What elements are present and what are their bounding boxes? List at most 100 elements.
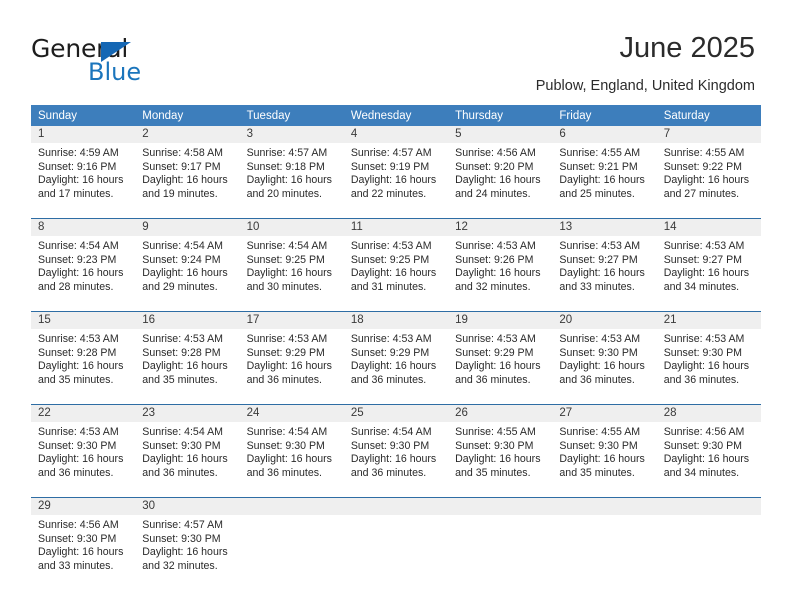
sunrise-text: Sunrise: 4:55 AM [663, 147, 745, 159]
sunset-text: Sunset: 9:28 PM [142, 346, 221, 359]
sunset-text: Sunset: 9:30 PM [663, 346, 743, 359]
calendar-day-cell-empty [552, 497, 657, 590]
calendar-day-cell[interactable]: 10 Sunrise: 4:54 AM Sunset: 9:25 PM Dayl… [239, 218, 344, 312]
general-blue-logo[interactable]: General Blue [31, 34, 211, 86]
daylight-text-line2: and 34 minutes. [663, 280, 740, 293]
day-number [239, 498, 344, 515]
daylight-text-line1: Daylight: 16 hours [38, 546, 124, 559]
day-number: 24 [239, 405, 344, 422]
calendar-day-cell[interactable]: 1 Sunrise: 4:59 AM Sunset: 9:16 PM Dayli… [31, 126, 136, 219]
sunrise-text: Sunrise: 4:57 AM [350, 147, 432, 159]
calendar-day-cell[interactable]: 15 Sunrise: 4:53 AM Sunset: 9:28 PM Dayl… [31, 311, 136, 405]
sunset-text: Sunset: 9:30 PM [350, 439, 430, 452]
day-number: 7 [656, 126, 761, 143]
calendar-day-cell[interactable]: 9 Sunrise: 4:54 AM Sunset: 9:24 PM Dayli… [135, 218, 240, 312]
daylight-text-line1: Daylight: 16 hours [455, 360, 541, 373]
day-number: 27 [552, 405, 657, 422]
daylight-text-line1: Daylight: 16 hours [455, 453, 541, 466]
calendar-day-cell[interactable]: 19 Sunrise: 4:53 AM Sunset: 9:29 PM Dayl… [448, 311, 553, 405]
calendar-day-cell[interactable]: 13 Sunrise: 4:53 AM Sunset: 9:27 PM Dayl… [552, 218, 657, 312]
daylight-text-line1: Daylight: 16 hours [246, 174, 332, 187]
calendar-day-cell[interactable]: 12 Sunrise: 4:53 AM Sunset: 9:26 PM Dayl… [448, 218, 553, 312]
calendar-day-cell[interactable]: 21 Sunrise: 4:53 AM Sunset: 9:30 PM Dayl… [656, 311, 761, 405]
calendar-day-cell[interactable]: 29 Sunrise: 4:56 AM Sunset: 9:30 PM Dayl… [31, 497, 136, 590]
calendar-day-cell[interactable]: 3 Sunrise: 4:57 AM Sunset: 9:18 PM Dayli… [239, 126, 344, 219]
day-number: 26 [448, 405, 553, 422]
calendar-header-row: Sunday Monday Tuesday Wednesday Thursday… [31, 105, 761, 126]
sunset-text: Sunset: 9:30 PM [559, 439, 638, 452]
sunrise-text: Sunrise: 4:53 AM [663, 240, 745, 252]
calendar-day-cell[interactable]: 14 Sunrise: 4:53 AM Sunset: 9:27 PM Dayl… [656, 218, 761, 312]
daylight-text-line1: Daylight: 16 hours [350, 360, 437, 373]
weekday-header-sunday: Sunday [31, 105, 136, 126]
day-number [656, 498, 761, 515]
day-number: 22 [31, 405, 136, 422]
location-subtitle: Publow, England, United Kingdom [535, 78, 755, 94]
calendar-day-cell[interactable]: 18 Sunrise: 4:53 AM Sunset: 9:29 PM Dayl… [343, 311, 449, 405]
sunset-text: Sunset: 9:23 PM [38, 253, 117, 266]
calendar-day-cell[interactable]: 11 Sunrise: 4:53 AM Sunset: 9:25 PM Dayl… [343, 218, 449, 312]
day-number: 23 [135, 405, 240, 422]
calendar-day-cell[interactable]: 24 Sunrise: 4:54 AM Sunset: 9:30 PM Dayl… [239, 404, 344, 498]
daylight-text-line2: and 36 minutes. [142, 466, 218, 479]
calendar-day-cell[interactable]: 6 Sunrise: 4:55 AM Sunset: 9:21 PM Dayli… [552, 126, 657, 219]
daylight-text-line2: and 33 minutes. [38, 559, 114, 572]
daylight-text-line2: and 32 minutes. [142, 559, 218, 572]
daylight-text-line1: Daylight: 16 hours [142, 360, 228, 373]
day-number: 25 [343, 405, 449, 422]
calendar-week-row: 8 Sunrise: 4:54 AM Sunset: 9:23 PM Dayli… [31, 218, 761, 312]
calendar-day-cell[interactable]: 26 Sunrise: 4:55 AM Sunset: 9:30 PM Dayl… [448, 404, 553, 498]
sunrise-text: Sunrise: 4:53 AM [559, 333, 641, 345]
daylight-text-line1: Daylight: 16 hours [142, 453, 228, 466]
sunset-text: Sunset: 9:29 PM [246, 346, 325, 359]
day-details: Sunrise: 4:57 AM Sunset: 9:30 PM Dayligh… [135, 515, 239, 573]
sunrise-text: Sunrise: 4:53 AM [142, 333, 223, 345]
day-details: Sunrise: 4:56 AM Sunset: 9:20 PM Dayligh… [448, 143, 552, 201]
calendar-day-cell[interactable]: 8 Sunrise: 4:54 AM Sunset: 9:23 PM Dayli… [31, 218, 136, 312]
calendar-day-cell[interactable]: 2 Sunrise: 4:58 AM Sunset: 9:17 PM Dayli… [135, 126, 240, 219]
day-number: 1 [31, 126, 136, 143]
calendar-day-cell[interactable]: 22 Sunrise: 4:53 AM Sunset: 9:30 PM Dayl… [31, 404, 136, 498]
day-details: Sunrise: 4:55 AM Sunset: 9:21 PM Dayligh… [552, 143, 656, 201]
calendar-day-cell-empty [343, 497, 449, 590]
daylight-text-line2: and 17 minutes. [38, 187, 114, 200]
calendar-day-cell[interactable]: 28 Sunrise: 4:56 AM Sunset: 9:30 PM Dayl… [656, 404, 761, 498]
daylight-text-line1: Daylight: 16 hours [38, 174, 124, 187]
daylight-text-line1: Daylight: 16 hours [455, 267, 541, 280]
sunrise-text: Sunrise: 4:53 AM [559, 240, 641, 252]
calendar-body: 1 Sunrise: 4:59 AM Sunset: 9:16 PM Dayli… [31, 126, 761, 590]
daylight-text-line2: and 36 minutes. [246, 373, 322, 386]
sunrise-text: Sunrise: 4:53 AM [246, 333, 328, 345]
sunset-text: Sunset: 9:24 PM [142, 253, 221, 266]
calendar-day-cell[interactable]: 16 Sunrise: 4:53 AM Sunset: 9:28 PM Dayl… [135, 311, 240, 405]
calendar-day-cell-empty [239, 497, 344, 590]
sunset-text: Sunset: 9:30 PM [663, 439, 743, 452]
daylight-text-line2: and 36 minutes. [246, 466, 322, 479]
day-details: Sunrise: 4:58 AM Sunset: 9:17 PM Dayligh… [135, 143, 239, 201]
daylight-text-line2: and 24 minutes. [455, 187, 531, 200]
daylight-text-line2: and 28 minutes. [38, 280, 114, 293]
sunrise-text: Sunrise: 4:56 AM [455, 147, 536, 159]
calendar-day-cell[interactable]: 25 Sunrise: 4:54 AM Sunset: 9:30 PM Dayl… [343, 404, 449, 498]
weekday-header-tuesday: Tuesday [239, 105, 344, 126]
sunrise-text: Sunrise: 4:56 AM [663, 426, 745, 438]
daylight-text-line2: and 35 minutes. [455, 466, 531, 479]
daylight-text-line2: and 29 minutes. [142, 280, 218, 293]
calendar-day-cell[interactable]: 5 Sunrise: 4:56 AM Sunset: 9:20 PM Dayli… [448, 126, 553, 219]
calendar-day-cell[interactable]: 4 Sunrise: 4:57 AM Sunset: 9:19 PM Dayli… [343, 126, 449, 219]
day-details: Sunrise: 4:53 AM Sunset: 9:26 PM Dayligh… [448, 236, 552, 294]
sunrise-text: Sunrise: 4:54 AM [142, 240, 223, 252]
sunset-text: Sunset: 9:30 PM [142, 439, 221, 452]
calendar-day-cell[interactable]: 23 Sunrise: 4:54 AM Sunset: 9:30 PM Dayl… [135, 404, 240, 498]
calendar-day-cell[interactable]: 20 Sunrise: 4:53 AM Sunset: 9:30 PM Dayl… [552, 311, 657, 405]
calendar-week-row: 1 Sunrise: 4:59 AM Sunset: 9:16 PM Dayli… [31, 126, 761, 219]
calendar-day-cell[interactable]: 17 Sunrise: 4:53 AM Sunset: 9:29 PM Dayl… [239, 311, 344, 405]
calendar-day-cell[interactable]: 7 Sunrise: 4:55 AM Sunset: 9:22 PM Dayli… [656, 126, 761, 219]
day-details: Sunrise: 4:59 AM Sunset: 9:16 PM Dayligh… [31, 143, 135, 201]
daylight-text-line2: and 27 minutes. [663, 187, 740, 200]
sunrise-text: Sunrise: 4:53 AM [663, 333, 745, 345]
calendar-day-cell[interactable]: 27 Sunrise: 4:55 AM Sunset: 9:30 PM Dayl… [552, 404, 657, 498]
daylight-text-line2: and 30 minutes. [246, 280, 322, 293]
day-number: 13 [552, 219, 657, 236]
calendar-day-cell[interactable]: 30 Sunrise: 4:57 AM Sunset: 9:30 PM Dayl… [135, 497, 240, 590]
